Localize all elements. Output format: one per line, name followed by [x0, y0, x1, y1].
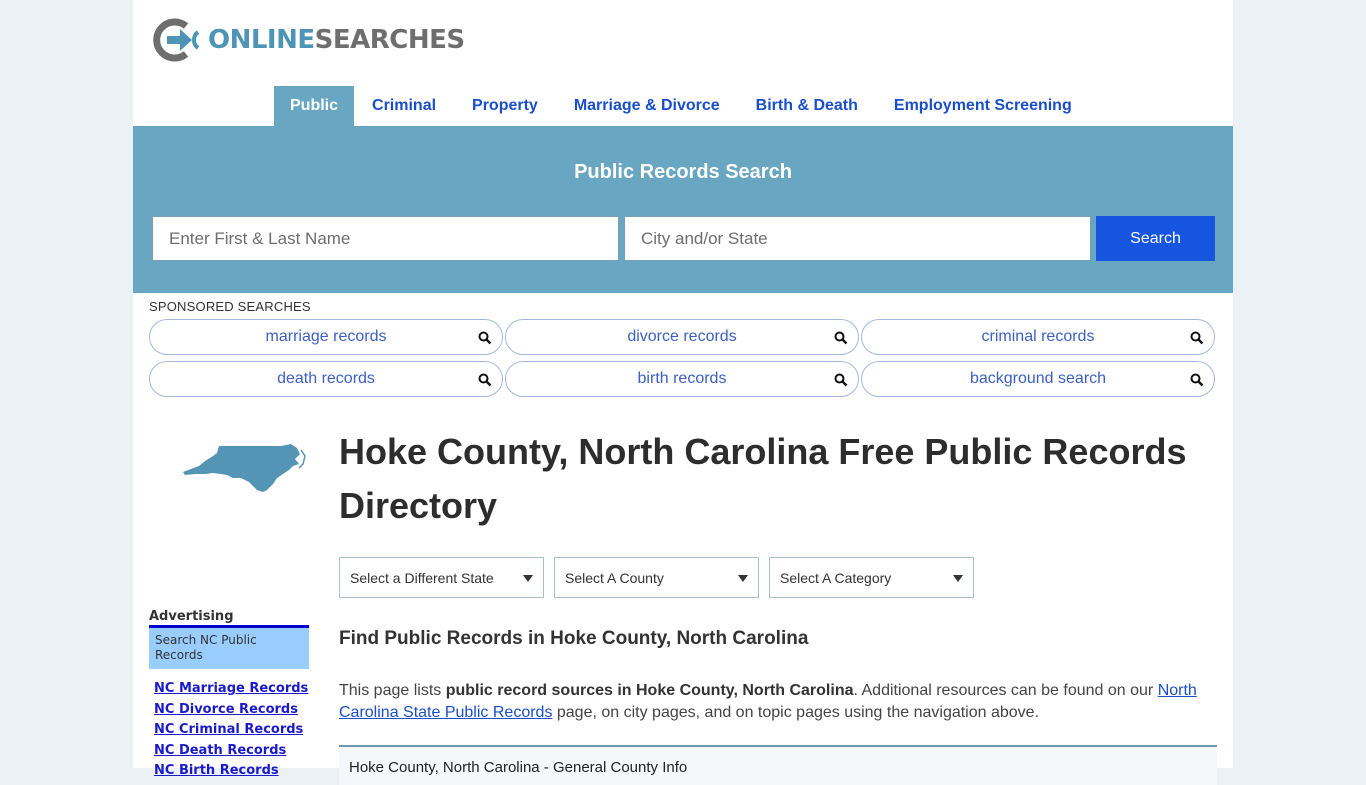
sponsored-death-records[interactable]: death records: [149, 361, 503, 397]
nav-marriage-divorce[interactable]: Marriage & Divorce: [556, 86, 738, 126]
sponsored-searches-label: SPONSORED SEARCHES: [149, 299, 311, 314]
sponsored-marriage-records[interactable]: marriage records: [149, 319, 503, 355]
page-title: Hoke County, North Carolina Free Public …: [339, 431, 1187, 526]
category-select[interactable]: Select A Category: [769, 557, 974, 598]
pill-label: divorce records: [627, 328, 737, 345]
search-icon: [834, 373, 848, 387]
caret-down-icon: [523, 575, 533, 582]
pill-label: marriage records: [265, 328, 387, 345]
caret-down-icon: [738, 575, 748, 582]
search-icon: [834, 331, 848, 345]
section-heading: Find Public Records in Hoke County, Nort…: [339, 628, 809, 649]
search-title: Public Records Search: [574, 161, 792, 183]
sidebar-link-divorce[interactable]: NC Divorce Records: [154, 700, 308, 721]
site-logo[interactable]: ONLINESEARCHES: [153, 18, 465, 62]
pill-label: death records: [277, 370, 375, 387]
sidebar-link-death[interactable]: NC Death Records: [154, 741, 308, 762]
search-panel: Public Records Search Search: [133, 126, 1233, 293]
sidebar-link-criminal[interactable]: NC Criminal Records: [154, 720, 308, 741]
intro-prefix: This page lists: [339, 682, 446, 699]
county-select[interactable]: Select A County: [554, 557, 759, 598]
ad-box: Search NC Public Records: [149, 625, 309, 669]
caret-down-icon: [953, 575, 963, 582]
search-icon: [1190, 373, 1204, 387]
north-carolina-map-icon: [183, 444, 306, 492]
sponsored-divorce-records[interactable]: divorce records: [505, 319, 859, 355]
pill-label: birth records: [637, 370, 727, 387]
advertising-label: Advertising: [149, 609, 234, 624]
county-select-value: Select A County: [565, 569, 664, 586]
logo-icon: [153, 18, 200, 62]
filter-selects: Select a Different State Select A County…: [339, 557, 974, 598]
main-nav: Public Criminal Property Marriage & Divo…: [274, 86, 1090, 126]
logo-text-online: ONLINE: [208, 25, 315, 55]
sponsored-searches-grid: marriage records divorce records crimina…: [149, 319, 1215, 397]
intro-bold: public record sources in Hoke County, No…: [445, 682, 854, 699]
pill-label: criminal records: [981, 328, 1095, 345]
sidebar-link-birth[interactable]: NC Birth Records: [154, 761, 308, 782]
search-icon: [1190, 331, 1204, 345]
sponsored-criminal-records[interactable]: criminal records: [861, 319, 1215, 355]
intro-middle: . Additional resources can be found on o…: [853, 682, 1158, 699]
intro-suffix: page, on city pages, and on topic pages …: [552, 704, 1040, 721]
search-icon: [478, 373, 492, 387]
sidebar-link-marriage[interactable]: NC Marriage Records: [154, 679, 308, 700]
county-info-box: Hoke County, North Carolina - General Co…: [339, 745, 1217, 785]
state-select-value: Select a Different State: [350, 569, 494, 586]
category-select-value: Select A Category: [780, 569, 892, 586]
nav-employment-screening[interactable]: Employment Screening: [876, 86, 1090, 126]
nav-birth-death[interactable]: Birth & Death: [738, 86, 876, 126]
sponsored-birth-records[interactable]: birth records: [505, 361, 859, 397]
intro-paragraph: This page lists public record sources in…: [339, 680, 1214, 724]
search-icon: [478, 331, 492, 345]
pill-label: background search: [969, 370, 1107, 387]
nav-public[interactable]: Public: [274, 86, 355, 126]
location-search-input[interactable]: [624, 216, 1091, 261]
search-button[interactable]: Search: [1096, 216, 1215, 261]
name-search-input[interactable]: [152, 216, 619, 261]
state-select[interactable]: Select a Different State: [339, 557, 544, 598]
sponsored-background-search[interactable]: background search: [861, 361, 1215, 397]
logo-text-searches: SEARCHES: [314, 25, 465, 55]
nav-property[interactable]: Property: [454, 86, 556, 126]
page-container: ONLINESEARCHES Public Criminal Property …: [133, 0, 1233, 785]
sidebar-links: NC Marriage Records NC Divorce Records N…: [154, 679, 308, 782]
nav-criminal[interactable]: Criminal: [354, 86, 454, 126]
